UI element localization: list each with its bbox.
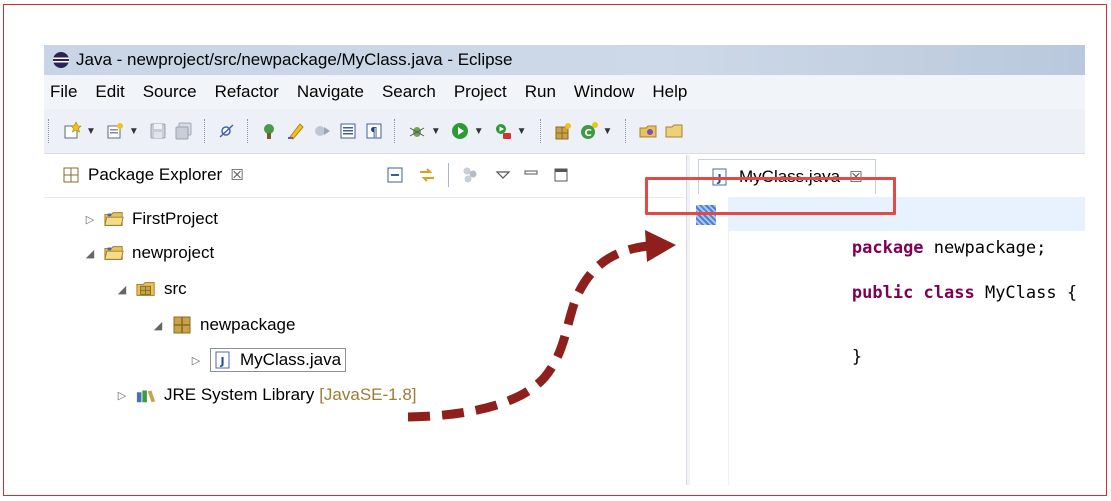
project-folder-icon — [104, 210, 124, 228]
new-class-dropdown[interactable]: ▼ — [603, 126, 613, 137]
new-wizard-dropdown[interactable]: ▼ — [86, 126, 96, 137]
java-file-icon: J — [214, 351, 234, 369]
focus-on-active-task-icon[interactable] — [459, 164, 481, 186]
new-java-project-icon[interactable] — [259, 120, 281, 142]
tree-item-jre-library[interactable]: ▷ JRE System Library [JavaSE-1.8] — [116, 385, 417, 405]
code-line[interactable]: } — [770, 327, 862, 387]
jre-version-label: [JavaSE-1.8] — [319, 385, 417, 404]
minimize-icon[interactable] — [523, 167, 539, 183]
menu-source[interactable]: Source — [134, 82, 206, 102]
tree-item-label: MyClass.java — [240, 350, 342, 369]
code-text: MyClass { — [974, 283, 1078, 303]
toolbar-separator — [539, 119, 543, 143]
menu-help[interactable]: Help — [643, 82, 696, 102]
view-menu-icon[interactable] — [495, 167, 511, 183]
code-line[interactable]: public class MyClass { — [770, 263, 1077, 323]
package-explorer-header: Package Explorer ☒ — [44, 155, 684, 198]
eclipse-icon — [53, 52, 69, 68]
main-toolbar: ▼ ▼ ¶ ▼ ▼ ▼ C ▼ — [44, 109, 1085, 154]
package-explorer-toolbar — [384, 163, 569, 187]
svg-text:J: J — [219, 355, 224, 368]
code-text: newpackage; — [923, 238, 1047, 258]
debug-dropdown[interactable]: ▼ — [431, 126, 441, 137]
save-icon[interactable] — [147, 120, 169, 142]
toolbar-separator — [203, 119, 207, 143]
collapse-icon[interactable]: ◢ — [116, 283, 128, 296]
package-explorer-tab[interactable]: Package Explorer ☒ — [62, 165, 244, 185]
expand-icon[interactable]: ▷ — [190, 354, 202, 367]
package-explorer-title: Package Explorer — [88, 165, 223, 184]
code-text: } — [851, 347, 863, 367]
collapse-icon[interactable]: ◢ — [152, 319, 164, 332]
maximize-icon[interactable] — [553, 167, 569, 183]
title-bar: Java - newproject/src/newpackage/MyClass… — [44, 45, 1085, 75]
tree-item-label: src — [164, 279, 187, 298]
toolbar-grip[interactable] — [48, 119, 53, 143]
project-folder-icon — [104, 244, 124, 262]
show-whitespace-icon[interactable]: ¶ — [363, 120, 385, 142]
tree-item-label: newpackage — [200, 315, 296, 334]
debug-icon[interactable] — [406, 120, 428, 142]
new-class-icon[interactable]: C — [578, 120, 600, 142]
tree-item-firstproject[interactable]: ▷ FirstProject — [84, 209, 218, 229]
menu-search[interactable]: Search — [373, 82, 445, 102]
keyword: public class — [851, 283, 975, 303]
window-title: Java - newproject/src/newpackage/MyClass… — [76, 50, 513, 69]
code-area[interactable]: package newpackage; public class MyClass… — [728, 197, 1085, 485]
package-tree: ▷ FirstProject ◢ newproject ◢ src ◢ newp… — [44, 197, 684, 485]
external-tools-icon[interactable] — [492, 120, 514, 142]
menu-edit[interactable]: Edit — [86, 82, 133, 102]
toolbar-separator — [246, 119, 250, 143]
toolbar-divider — [448, 163, 449, 187]
selected-file[interactable]: J MyClass.java — [210, 348, 347, 372]
menu-project[interactable]: Project — [445, 82, 516, 102]
tab-highlight-box — [645, 177, 896, 215]
package-icon — [172, 316, 192, 334]
highlight-icon[interactable] — [285, 120, 307, 142]
keyword: package — [851, 238, 924, 258]
tree-item-newpackage[interactable]: ◢ newpackage — [152, 315, 296, 335]
tree-item-myclass[interactable]: ▷ J MyClass.java — [190, 348, 347, 372]
tree-item-label: FirstProject — [132, 209, 218, 228]
menu-refactor[interactable]: Refactor — [206, 82, 288, 102]
menu-file[interactable]: File — [44, 82, 86, 102]
open-folder-icon[interactable] — [663, 120, 685, 142]
collapse-icon[interactable]: ◢ — [84, 247, 96, 260]
word-wrap-icon[interactable] — [337, 120, 359, 142]
new-type-icon[interactable] — [104, 120, 126, 142]
package-explorer-icon — [63, 167, 79, 183]
menu-window[interactable]: Window — [565, 82, 643, 102]
expand-icon[interactable]: ▷ — [84, 213, 96, 226]
source-folder-icon — [136, 280, 156, 298]
external-tools-dropdown[interactable]: ▼ — [517, 126, 527, 137]
tree-item-label: JRE System Library — [164, 385, 315, 404]
run-icon[interactable] — [449, 120, 471, 142]
menu-navigate[interactable]: Navigate — [288, 82, 373, 102]
toolbar-separator — [625, 119, 628, 143]
tree-item-src[interactable]: ◢ src — [116, 279, 187, 299]
link-with-editor-icon[interactable] — [416, 164, 438, 186]
new-package-icon[interactable] — [552, 120, 574, 142]
menu-run[interactable]: Run — [516, 82, 565, 102]
new-wizard-icon[interactable] — [61, 120, 83, 142]
open-type-icon[interactable] — [637, 120, 659, 142]
collapse-all-icon[interactable] — [384, 164, 406, 186]
toggle-mark-icon[interactable] — [311, 120, 333, 142]
expand-icon[interactable]: ▷ — [116, 389, 128, 402]
menu-bar: File Edit Source Refactor Navigate Searc… — [44, 75, 1085, 110]
save-all-icon[interactable] — [173, 120, 195, 142]
eclipse-window: Java - newproject/src/newpackage/MyClass… — [44, 45, 1085, 485]
skip-breakpoints-icon[interactable] — [216, 120, 238, 142]
tree-item-label: newproject — [132, 243, 215, 262]
toolbar-separator — [393, 119, 397, 143]
new-type-dropdown[interactable]: ▼ — [129, 126, 139, 137]
library-icon — [136, 386, 156, 404]
tree-item-newproject[interactable]: ◢ newproject — [84, 243, 214, 263]
svg-text:¶: ¶ — [370, 125, 378, 139]
close-view-icon[interactable]: ☒ — [230, 166, 243, 184]
run-dropdown[interactable]: ▼ — [474, 126, 484, 137]
editor-ruler — [690, 197, 729, 485]
svg-text:C: C — [584, 128, 591, 139]
